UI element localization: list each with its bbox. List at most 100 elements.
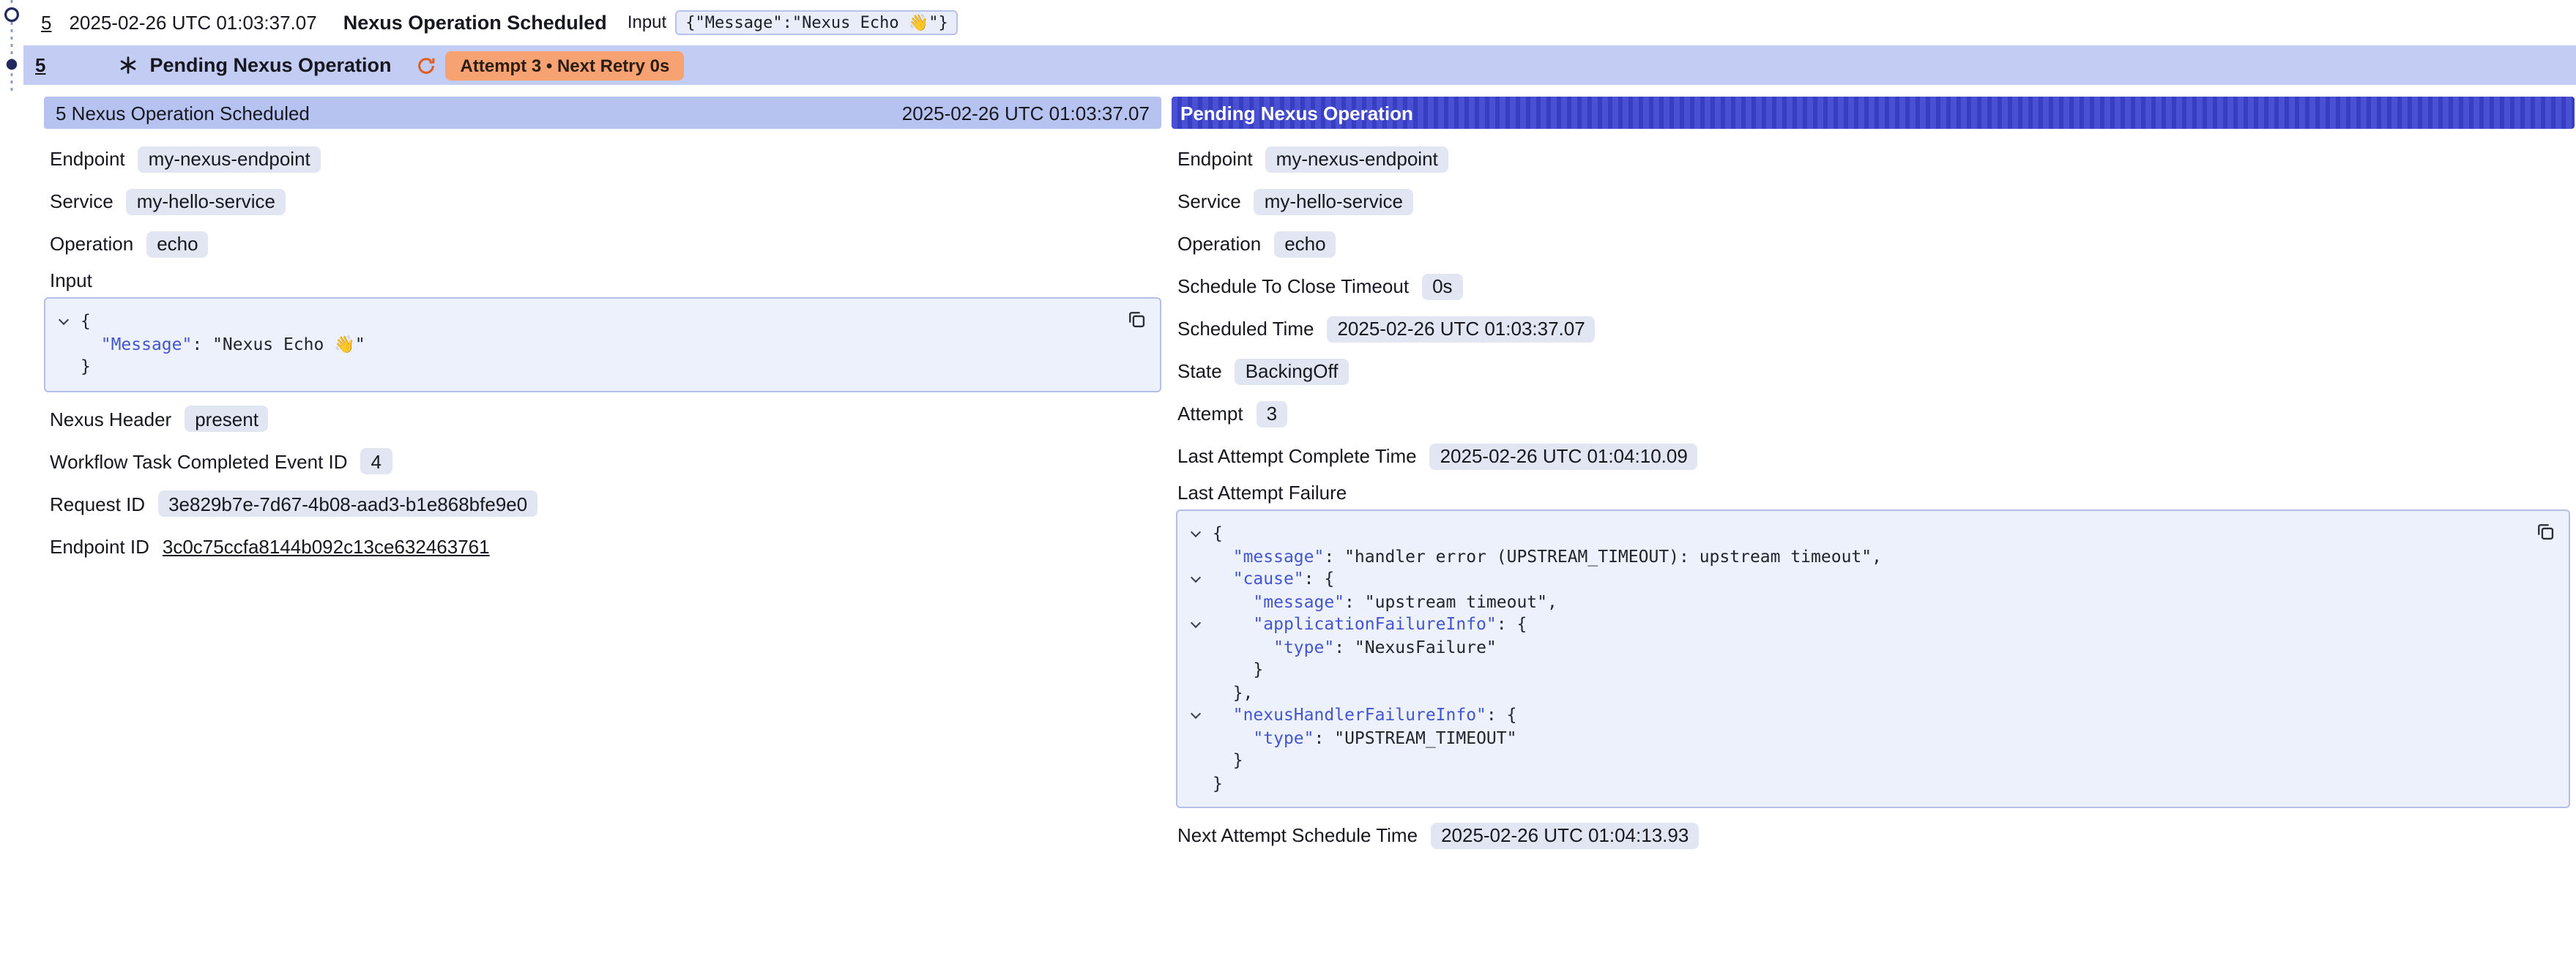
failure-json-lines: { "message": "handler error (UPSTREAM_TI… [1213, 523, 2519, 795]
event-row-nexus-operation-scheduled[interactable]: 5 2025-02-26 UTC 01:03:37.07 Nexus Opera… [26, 0, 2576, 44]
workflow-event-history-view: 5 2025-02-26 UTC 01:03:37.07 Nexus Opera… [0, 0, 2576, 956]
pending-fields: Endpointmy-nexus-endpoint Service my-hello… [1172, 138, 2575, 477]
failure-json-viewer: { "message": "handler error (UPSTREAM_TI… [1176, 509, 2570, 808]
detail-field-row: Request ID3e829b7e-7d67-4b08-aad3-b1e868… [44, 482, 1161, 525]
timeline-gutter [0, 0, 26, 102]
pending-asterisk-icon [119, 56, 138, 75]
field-label: Service [1177, 190, 1241, 212]
code-line: "message": "handler error (UPSTREAM_TIME… [1213, 545, 2519, 568]
detail-field-row: Schedule To Close Timeout 0s [1172, 265, 2575, 307]
scheduled-panel-header: 5 Nexus Operation Scheduled 2025-02-26 U… [44, 97, 1161, 129]
scheduled-fields-top: Endpoint my-nexus-endpoint Service my-hello… [44, 138, 1161, 265]
code-line: "applicationFailureInfo": { [1213, 613, 2519, 636]
field-value-chip: 4 [361, 448, 392, 474]
event-timestamp: 2025-02-26 UTC 01:03:37.07 [69, 11, 316, 33]
field-value-chip: 0s [1422, 273, 1462, 299]
input-section-label: Input [44, 265, 1161, 294]
collapse-chevron-icon[interactable] [1191, 527, 1201, 537]
code-line: "nexusHandlerFailureInfo": { [1213, 704, 2519, 727]
event-input-preview-chip[interactable]: {"Message":"Nexus Echo 👋"} [675, 10, 958, 34]
last-attempt-failure-label: Last Attempt Failure [1172, 477, 2575, 507]
pending-event-title: Pending Nexus Operation [149, 54, 391, 76]
field-label: Next Attempt Schedule Time [1177, 824, 1418, 846]
pending-footer-field: Next Attempt Schedule Time 2025-02-26 UTC… [1172, 814, 2575, 856]
input-json-lines: { "Message": "Nexus Echo 👋"} [81, 310, 1110, 378]
field-value-chip: BackingOff [1235, 358, 1349, 384]
detail-field-row: Workflow Task Completed Event ID 4 [44, 440, 1161, 482]
timeline-node-circle-icon [6, 9, 18, 21]
field-value-chip: my-nexus-endpoint [138, 146, 321, 172]
retry-attempt-badge: Attempt 3 • Next Retry 0s [446, 51, 685, 80]
code-line: } [1213, 659, 2519, 681]
retry-icon [417, 55, 437, 75]
field-label: Operation [1177, 233, 1261, 255]
scheduled-panel-title: 5 Nexus Operation Scheduled [56, 102, 310, 124]
copy-icon[interactable] [2532, 518, 2558, 545]
scheduled-panel-timestamp: 2025-02-26 UTC 01:03:37.07 [902, 102, 1150, 124]
field-value-chip: my-nexus-endpoint [1266, 146, 1448, 172]
detail-field-row: Last Attempt Complete Time 2025-02-26 UTC… [1172, 435, 2575, 477]
pending-panel-body: Endpointmy-nexus-endpoint Service my-hello… [1172, 129, 2575, 856]
field-label: Operation [50, 233, 133, 255]
field-label: Endpoint ID [50, 535, 149, 557]
event-id-link[interactable]: 5 [41, 11, 51, 33]
pending-panel-header: Pending Nexus Operation [1172, 97, 2575, 129]
detail-field-row: Operation echo [44, 223, 1161, 265]
field-label: Scheduled Time [1177, 318, 1314, 340]
field-value-chip: present [185, 406, 269, 432]
code-line: "Message": "Nexus Echo 👋" [81, 333, 1110, 356]
detail-field-row: Scheduled Time 2025-02-26 UTC 01:03:37.07 [1172, 307, 2575, 350]
field-label: Endpoint [50, 148, 125, 170]
detail-field-row: Service my-hello-service [1172, 180, 2575, 223]
field-value-chip: 3 [1257, 400, 1287, 427]
timeline-node-dot-icon [7, 59, 17, 70]
field-label: Service [50, 190, 113, 212]
scheduled-event-detail-panel: 5 Nexus Operation Scheduled 2025-02-26 U… [44, 97, 1161, 567]
field-label: Attempt [1177, 403, 1243, 425]
collapse-chevron-icon[interactable] [1191, 618, 1201, 628]
detail-field-row: State BackingOff [1172, 350, 2575, 392]
code-line: { [1213, 523, 2519, 545]
pending-operation-detail-panel: Pending Nexus Operation Endpointmy-nexus… [1172, 97, 2575, 856]
detail-field-row: Nexus Headerpresent [44, 397, 1161, 440]
detail-field-row: Next Attempt Schedule Time 2025-02-26 UTC… [1172, 814, 2575, 856]
code-line: }, [1213, 681, 2519, 704]
scheduled-fields-bottom: Nexus HeaderpresentWorkflow Task Complet… [44, 397, 1161, 567]
detail-field-row: Operationecho [1172, 223, 2575, 265]
scheduled-panel-body: Endpoint my-nexus-endpoint Service my-hello… [44, 129, 1161, 567]
field-value-chip: my-hello-service [127, 188, 286, 214]
pending-nexus-operation-row[interactable]: 5 Pending Nexus Operation Attempt 3 • Ne… [23, 45, 2576, 85]
detail-field-row: Endpoint ID 3c0c75ccfa8144b092c13ce632463… [44, 525, 1161, 567]
collapse-chevron-icon[interactable] [59, 315, 69, 325]
pending-panel-title: Pending Nexus Operation [1180, 102, 1413, 124]
input-json-viewer: { "Message": "Nexus Echo 👋"} [44, 297, 1161, 392]
event-input-label: Input [628, 12, 666, 32]
field-value-link[interactable]: 3c0c75ccfa8144b092c13ce632463761 [163, 535, 490, 557]
field-value-chip: 3e829b7e-7d67-4b08-aad3-b1e868bfe9e0 [158, 490, 537, 517]
collapse-chevron-icon[interactable] [1191, 709, 1201, 719]
detail-field-row: Attempt 3 [1172, 392, 2575, 435]
code-line: { [81, 310, 1110, 333]
detail-field-row: Service my-hello-service [44, 180, 1161, 223]
field-label: Last Attempt Complete Time [1177, 445, 1417, 467]
field-value-chip: 2025-02-26 UTC 01:04:10.09 [1430, 443, 1698, 469]
field-value-chip: 2025-02-26 UTC 01:04:13.93 [1431, 822, 1699, 848]
code-line: } [1213, 750, 2519, 772]
detail-field-row: Endpointmy-nexus-endpoint [1172, 138, 2575, 180]
code-line: "cause": { [1213, 568, 2519, 591]
copy-icon[interactable] [1123, 306, 1150, 332]
field-label: State [1177, 360, 1222, 382]
field-value-chip: echo [146, 231, 208, 257]
code-line: "type": "NexusFailure" [1213, 636, 2519, 659]
code-line: } [1213, 772, 2519, 795]
code-line: } [81, 356, 1110, 378]
field-label: Schedule To Close Timeout [1177, 275, 1409, 297]
field-value-chip: 2025-02-26 UTC 01:03:37.07 [1327, 315, 1595, 342]
collapse-chevron-icon[interactable] [1191, 572, 1201, 583]
event-title: Nexus Operation Scheduled [343, 11, 607, 33]
code-line: "message": "upstream timeout", [1213, 591, 2519, 613]
field-label: Workflow Task Completed Event ID [50, 450, 348, 472]
field-value-chip: my-hello-service [1254, 188, 1413, 214]
pending-event-id-link[interactable]: 5 [35, 54, 45, 76]
code-line: "type": "UPSTREAM_TIMEOUT" [1213, 727, 2519, 750]
